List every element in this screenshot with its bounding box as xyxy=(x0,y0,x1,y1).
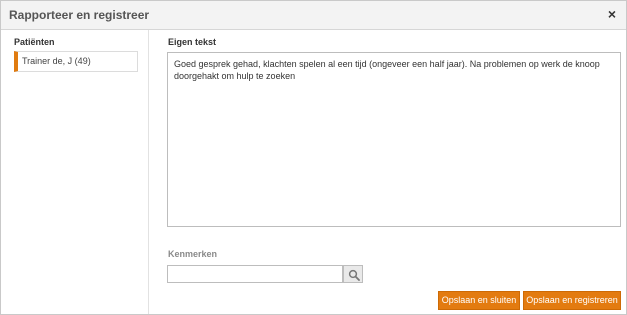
close-icon[interactable]: × xyxy=(605,7,619,21)
features-heading: Kenmerken xyxy=(168,249,218,259)
patient-list-item[interactable]: Trainer de, J (49) xyxy=(14,51,138,72)
patients-panel: Patiënten Trainer de, J (49) xyxy=(1,30,149,314)
search-button[interactable] xyxy=(343,265,363,283)
save-and-close-button[interactable]: Opslaan en sluiten xyxy=(438,291,520,310)
patients-heading: Patiënten xyxy=(14,37,55,47)
save-and-register-button[interactable]: Opslaan en registreren xyxy=(523,291,621,310)
own-text-heading: Eigen tekst xyxy=(168,37,217,47)
dialog-titlebar: Rapporteer en registreer × xyxy=(1,1,626,30)
dialog-title: Rapporteer en registreer xyxy=(9,8,150,22)
search-icon xyxy=(348,269,360,281)
patient-label: Trainer de, J (49) xyxy=(22,56,91,66)
features-search-input[interactable] xyxy=(167,265,343,283)
report-register-dialog: Rapporteer en registreer × Patiënten Tra… xyxy=(0,0,627,315)
own-text-textarea[interactable]: Goed gesprek gehad, klachten spelen al e… xyxy=(167,52,621,227)
